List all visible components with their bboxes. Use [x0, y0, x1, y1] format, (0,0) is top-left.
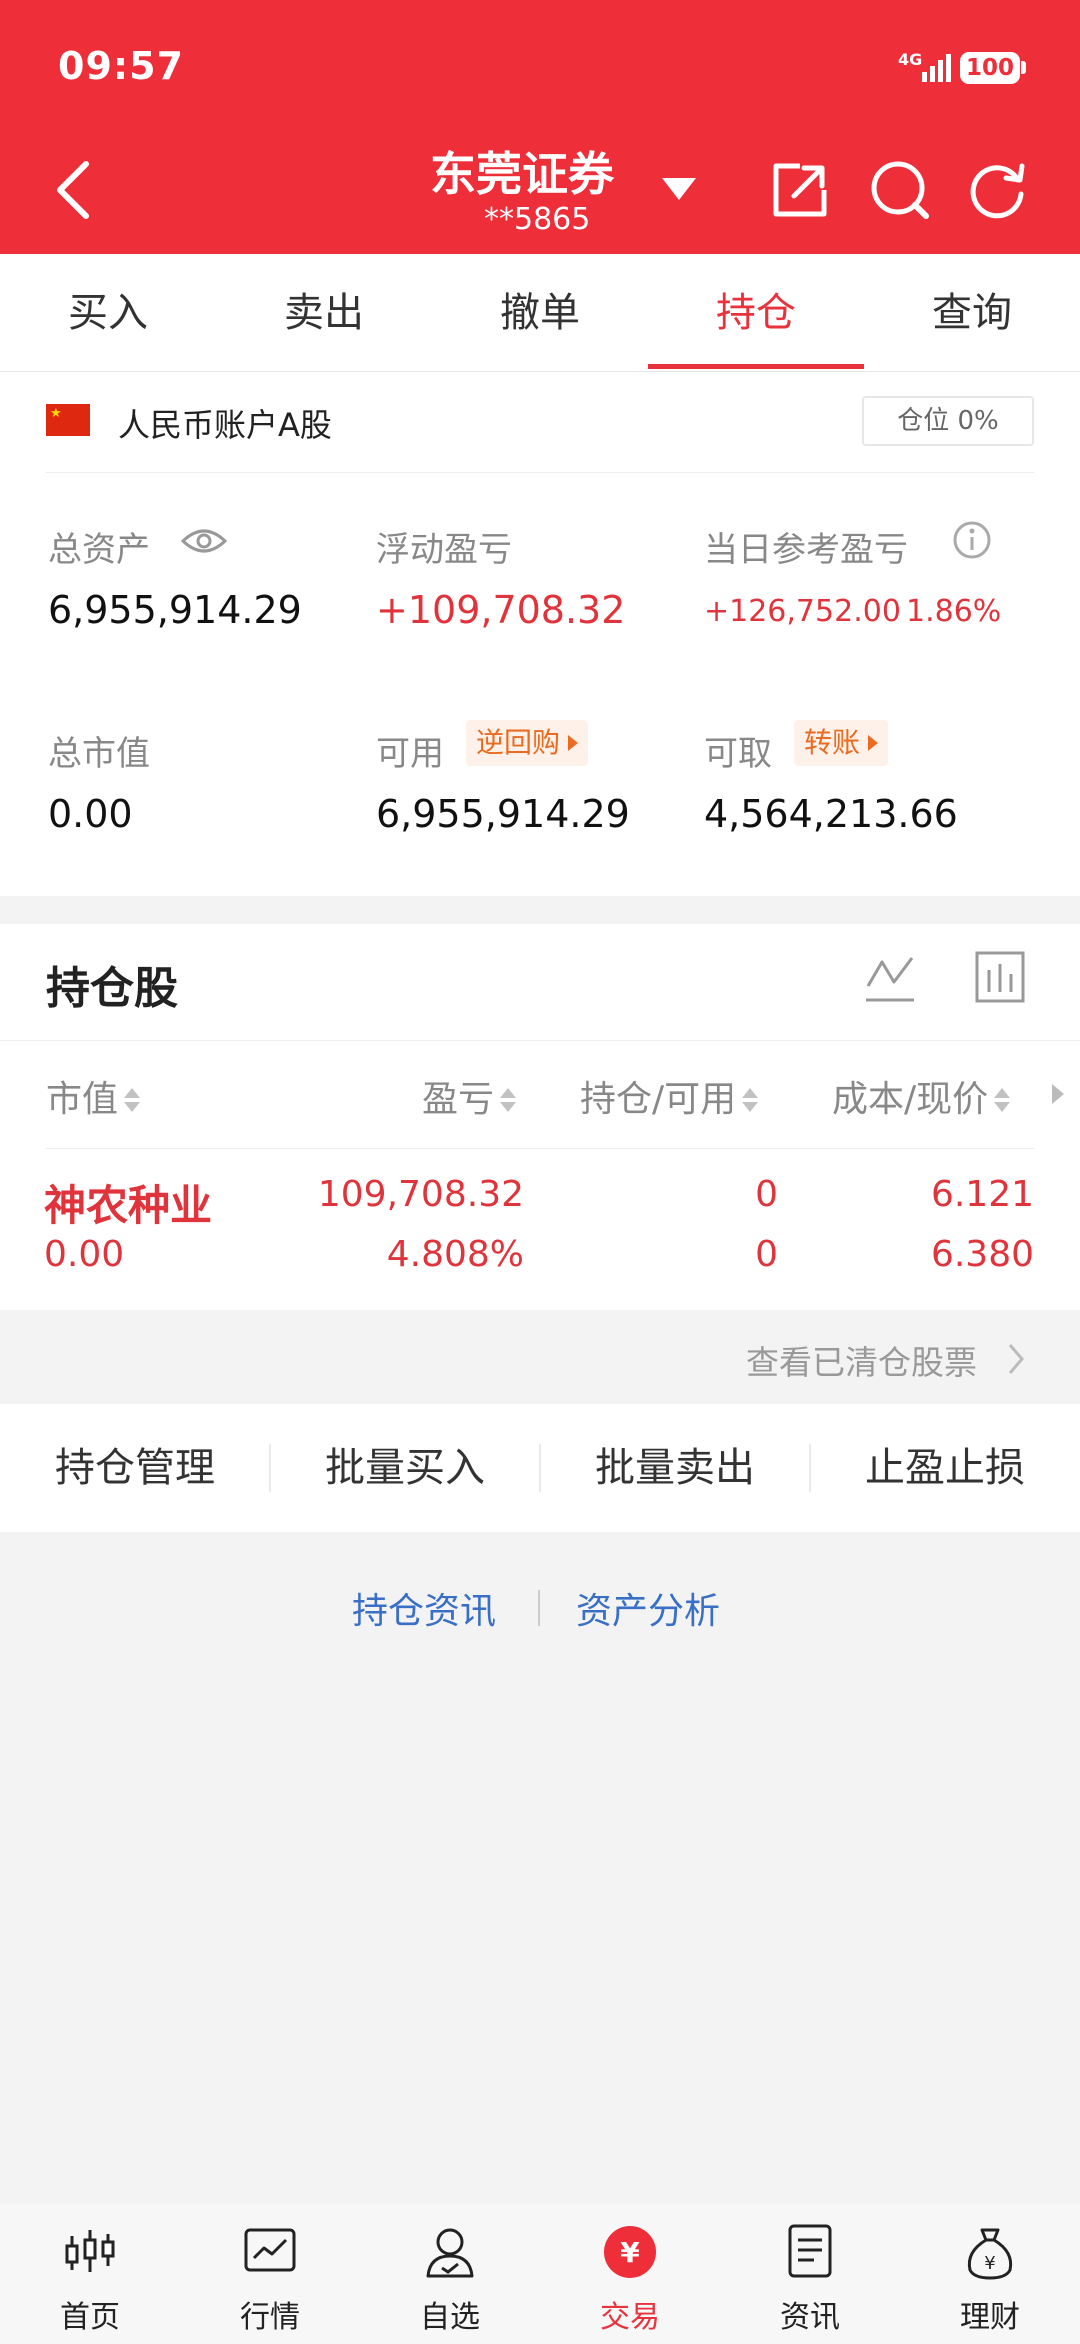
available-value: 6,955,914.29 [376, 792, 630, 836]
market-chart-icon [244, 2228, 296, 2272]
sort-icon [124, 1086, 141, 1116]
user-watchlist-icon [426, 2228, 474, 2278]
reverse-repo-button[interactable]: 逆回购 [466, 720, 589, 766]
nav-label: 资讯 [780, 2300, 840, 2335]
search-icon[interactable] [868, 158, 932, 222]
stock-position: 0 [755, 1174, 778, 1215]
holding-news-link[interactable]: 持仓资讯 [352, 1582, 496, 1634]
column-market-value[interactable]: 市值 [46, 1070, 141, 1122]
daily-pnl-value: +126,752.00 [704, 594, 901, 629]
nav-watchlist[interactable]: 自选 [360, 2204, 540, 2344]
tab-sell[interactable]: 卖出 [216, 254, 432, 372]
tab-holdings[interactable]: 持仓 [648, 254, 864, 372]
divider [0, 1040, 1080, 1041]
nav-label: 首页 [60, 2300, 120, 2335]
withdrawable-value: 4,564,213.66 [704, 792, 958, 836]
svg-text:¥: ¥ [984, 2253, 995, 2274]
nav-trade[interactable]: ¥ 交易 [540, 2204, 720, 2344]
divider [538, 1590, 540, 1626]
take-profit-stop-loss-button[interactable]: 止盈止损 [810, 1404, 1080, 1532]
column-label: 持仓/可用 [580, 1079, 737, 1120]
trade-tabs: 买入 卖出 撤单 持仓 查询 [0, 254, 1080, 372]
refresh-icon[interactable] [966, 158, 1030, 222]
status-time: 09:57 [58, 44, 184, 88]
nav-label: 理财 [960, 2300, 1020, 2335]
position-ratio-badge: 仓位 0% [862, 396, 1034, 446]
stock-available: 0 [755, 1234, 778, 1275]
candlestick-icon [65, 2230, 115, 2272]
signal-icon [922, 54, 951, 82]
total-assets-label: 总资产 [48, 530, 150, 570]
position-management-button[interactable]: 持仓管理 [0, 1404, 270, 1532]
stock-pnl-percent: 4.808% [386, 1234, 524, 1275]
column-position[interactable]: 持仓/可用 [580, 1070, 759, 1122]
sort-icon [994, 1086, 1011, 1116]
column-cost-price[interactable]: 成本/现价 [832, 1070, 1011, 1122]
column-pnl[interactable]: 盈亏 [422, 1070, 517, 1122]
nav-wealth[interactable]: ¥ 理财 [900, 2204, 1080, 2344]
account-number: **5865 [484, 202, 591, 237]
divider [46, 1148, 1034, 1149]
svg-text:¥: ¥ [620, 2236, 640, 2269]
nav-label: 行情 [240, 2300, 300, 2335]
daily-pnl-percent: 1.86% [906, 594, 1002, 629]
available-label: 可用 [376, 734, 444, 774]
divider [46, 472, 1034, 473]
news-document-icon [788, 2224, 832, 2278]
market-value-label: 总市值 [48, 734, 150, 774]
withdrawable-label: 可取 [704, 734, 772, 774]
asset-analysis-link[interactable]: 资产分析 [576, 1582, 720, 1634]
china-flag-icon: ★ [46, 404, 90, 436]
column-label: 成本/现价 [832, 1079, 989, 1120]
bar-chart-icon[interactable] [974, 950, 1026, 1006]
eye-icon[interactable] [180, 524, 228, 558]
line-chart-icon[interactable] [864, 952, 916, 1004]
stock-cost: 6.121 [930, 1174, 1034, 1215]
app-header: 09:57 4G 100 东莞证券 **5865 [0, 0, 1080, 254]
batch-buy-button[interactable]: 批量买入 [270, 1404, 540, 1532]
stock-name: 神农种业 [44, 1181, 213, 1230]
nav-home[interactable]: 首页 [0, 2204, 180, 2344]
total-assets-value: 6,955,914.29 [48, 588, 302, 632]
account-dropdown-icon[interactable] [662, 178, 696, 200]
chevron-right-icon [1008, 1344, 1024, 1374]
tab-query[interactable]: 查询 [864, 254, 1080, 372]
sort-icon [742, 1086, 759, 1116]
money-bag-icon: ¥ [967, 2228, 1013, 2280]
tab-indicator [648, 364, 864, 369]
info-icon[interactable] [952, 520, 992, 560]
sort-icon [500, 1086, 517, 1116]
batch-sell-button[interactable]: 批量卖出 [540, 1404, 810, 1532]
tab-cancel[interactable]: 撤单 [432, 254, 648, 372]
column-label: 市值 [46, 1079, 119, 1120]
stock-pnl: 109,708.32 [317, 1174, 524, 1215]
account-type[interactable]: 人民币账户A股 [118, 400, 332, 446]
nav-market[interactable]: 行情 [180, 2204, 360, 2344]
broker-title[interactable]: 东莞证券 [430, 138, 614, 204]
nav-news[interactable]: 资讯 [720, 2204, 900, 2344]
nav-label: 自选 [420, 2300, 480, 2335]
scroll-right-icon[interactable] [1050, 1082, 1066, 1106]
tab-buy[interactable]: 买入 [0, 254, 216, 372]
holdings-title: 持仓股 [46, 963, 178, 1014]
daily-pnl-label: 当日参考盈亏 [704, 530, 908, 570]
stock-price: 6.380 [930, 1234, 1034, 1275]
nav-label: 交易 [600, 2300, 660, 2335]
network-label: 4G [898, 50, 923, 69]
stock-market-value: 0.00 [44, 1234, 125, 1275]
share-icon[interactable] [770, 160, 830, 220]
floating-pnl-label: 浮动盈亏 [376, 530, 512, 570]
view-cleared-stocks-link[interactable]: 查看已清仓股票 [746, 1336, 977, 1384]
table-row[interactable]: 神农种业 0.00 109,708.32 4.808% 0 0 6.121 6.… [0, 1150, 1080, 1310]
yuan-trade-icon: ¥ [604, 2226, 656, 2278]
market-value-value: 0.00 [48, 792, 133, 836]
column-label: 盈亏 [422, 1079, 495, 1120]
floating-pnl-value: +109,708.32 [376, 588, 626, 632]
battery-icon: 100 [960, 52, 1020, 84]
transfer-button[interactable]: 转账 [794, 720, 889, 766]
battery-tip [1021, 61, 1026, 74]
back-arrow-icon[interactable] [54, 160, 94, 220]
